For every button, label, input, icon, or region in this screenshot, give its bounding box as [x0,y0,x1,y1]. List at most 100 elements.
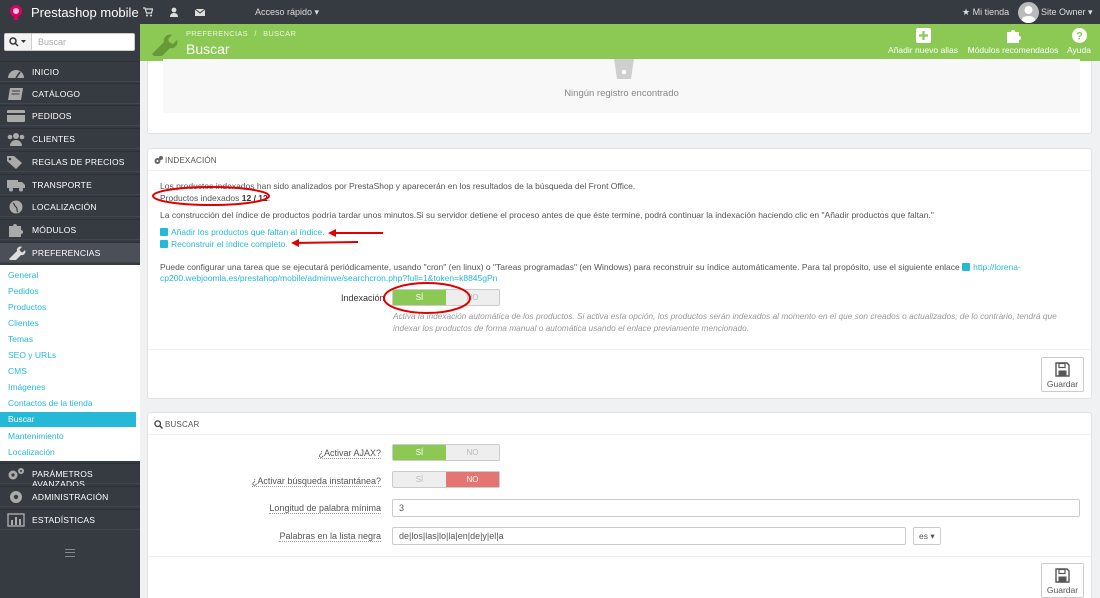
puzzle-icon [1006,30,1021,43]
save-indexation-button[interactable]: Guardar [1041,357,1084,392]
indexation-no[interactable]: NO [446,290,499,305]
sidebar-item-label: ESTADÍSTICAS [32,515,96,525]
credit-card-icon [7,110,25,122]
indexation-switch[interactable]: SÍ NO [392,289,500,306]
alias-list-panel: Ningún registro encontrado [147,59,1092,134]
submenu-item-localizacion[interactable]: Localización [0,445,136,460]
sidebar-item-preferencias[interactable]: PREFERENCIAS [0,242,140,263]
page-header: PREFERENCIAS / BUSCAR Buscar Añadir nuev… [140,24,1100,61]
submenu-item-contactos[interactable]: Contactos de la tienda [0,396,136,411]
sidebar-item-transporte[interactable]: TRANSPORTE [0,174,140,195]
recommended-modules-button[interactable]: Módulos recomendados [966,28,1060,58]
sidebar-search[interactable]: Buscar [4,33,135,51]
search-type-button[interactable] [5,34,32,50]
blacklist-label: Palabras en la lista negra [279,531,381,542]
instant-search-yes[interactable]: SÍ [393,472,446,487]
sidebar-item-label: CATÁLOGO [32,89,81,99]
instant-search-label: ¿Activar búsqueda instantánea? [251,476,381,487]
sidebar-item-inicio[interactable]: INICIO [0,61,140,82]
save-label: Guardar [1046,379,1079,389]
blacklist-input[interactable]: de|los|las|lo|la|en|de|y|el|a [392,527,906,545]
index-build-description: La construcción del índice de productos … [160,210,934,220]
breadcrumb: PREFERENCIAS / BUSCAR [186,29,296,38]
no-records-text: Ningún registro encontrado [564,88,679,99]
indexed-products-label: Productos indexados [160,193,242,203]
submenu-item-mantenimiento[interactable]: Mantenimiento [0,429,136,444]
preferences-submenu: General Pedidos Productos Clientes Temas… [0,265,140,461]
submenu-item-productos[interactable]: Productos [0,300,136,315]
breadcrumb-buscar[interactable]: BUSCAR [263,29,296,38]
sidebar-item-label: CLIENTES [32,134,76,144]
search-icon [154,420,163,429]
submenu-item-pedidos[interactable]: Pedidos [0,284,136,299]
sidebar-item-localizacion[interactable]: LOCALIZACIÓN [0,196,140,217]
instant-search-no[interactable]: NO [446,472,499,487]
cron-link-part-1[interactable]: http://lorena- [962,262,1021,272]
sidebar-item-modulos[interactable]: MÓDULOS [0,219,140,240]
book-icon [8,88,23,100]
cart-icon[interactable] [143,7,153,17]
ajax-label: ¿Activar AJAX? [318,448,381,459]
indexation-yes[interactable]: SÍ [393,290,446,305]
ajax-switch[interactable]: SÍ NO [392,444,500,461]
user-icon[interactable] [169,7,179,17]
sidebar: Buscar INICIO CATÁLOGO PEDIDOS CLIENTES … [0,24,140,598]
sidebar-item-clientes[interactable]: CLIENTES [0,128,140,149]
users-icon [7,133,25,146]
sidebar-collapse-icon[interactable] [65,549,75,557]
help-button[interactable]: ? Ayuda [1064,28,1094,58]
search-input[interactable]: Buscar [38,37,66,47]
submenu-item-clientes[interactable]: Clientes [0,316,136,331]
add-missing-products-link[interactable]: Añadir los productos que faltan al índic… [160,227,325,237]
ajax-no[interactable]: NO [446,445,499,460]
sidebar-item-parametros-avanzados[interactable]: PARÁMETROS AVANZADOS [0,463,140,489]
rebuild-index-label: Reconstruir el índice completo. [171,239,288,249]
page-title: Buscar [186,41,230,57]
sidebar-item-reglas-precios[interactable]: REGLAS DE PRECIOS [0,151,140,172]
sidebar-item-label: REGLAS DE PRECIOS [32,157,125,167]
submenu-item-seo-urls[interactable]: SEO y URLs [0,348,136,363]
indexation-help-line-2: indexar los productos de forma manual o … [393,323,750,333]
avatar[interactable] [1018,2,1039,23]
breadcrumb-preferencias[interactable]: PREFERENCIAS [186,29,248,38]
sidebar-item-administracion[interactable]: ADMINISTRACIÓN [0,486,140,507]
submenu-item-temas[interactable]: Temas [0,332,136,347]
my-shop-link[interactable]: ★ Mi tienda [962,7,1009,18]
sidebar-item-label: PEDIDOS [32,111,72,121]
instant-search-switch[interactable]: SÍ NO [392,471,500,488]
floppy-disk-icon [1055,362,1070,377]
add-alias-button[interactable]: Añadir nuevo alias [887,28,959,58]
cron-description: Puede configurar una tarea que se ejecut… [160,262,1021,272]
submenu-item-cms[interactable]: CMS [0,364,136,379]
empty-list-box: Ningún registro encontrado [163,59,1080,113]
sidebar-item-pedidos[interactable]: PEDIDOS [0,105,140,126]
save-label: Guardar [1046,585,1079,595]
quick-access-dropdown[interactable]: Acceso rápido ▾ [255,7,319,18]
cogs-icon [154,156,163,164]
sidebar-item-catalogo[interactable]: CATÁLOGO [0,83,140,104]
external-link-icon [962,263,971,271]
submenu-item-buscar[interactable]: Buscar [0,412,136,427]
envelope-icon[interactable] [195,7,205,17]
cron-link-part-1-label: http://lorena- [973,262,1021,272]
truck-icon [7,180,25,192]
breadcrumb-separator: / [254,29,257,38]
ajax-yes[interactable]: SÍ [393,445,446,460]
min-word-length-input[interactable]: 3 [392,499,1080,517]
cron-link-part-2[interactable]: cp200.webjoomla.es/prestahop/mobile/admi… [160,273,497,283]
indexation-label: Indexación [341,293,385,303]
employee-menu[interactable]: Site Owner ▾ [1041,7,1093,18]
indexed-products-count: 12 / 12 [241,193,268,203]
save-search-button[interactable]: Guardar [1041,563,1084,598]
search-panel-header: BUSCAR [148,413,1091,435]
svg-text:?: ? [1076,31,1083,43]
rebuild-index-link[interactable]: Reconstruir el índice completo. [160,239,288,249]
submenu-item-imagenes[interactable]: Imágenes [0,380,136,395]
submenu-item-general[interactable]: General [0,268,136,283]
sidebar-item-label: PREFERENCIAS [32,248,101,258]
min-word-length-label: Longitud de palabra mínima [269,503,381,514]
sidebar-item-label: ADMINISTRACIÓN [32,492,109,502]
sidebar-item-estadisticas[interactable]: ESTADÍSTICAS [0,509,140,530]
brand-name[interactable]: Prestashop mobile [31,5,139,20]
language-dropdown[interactable]: es ▾ [913,527,941,545]
